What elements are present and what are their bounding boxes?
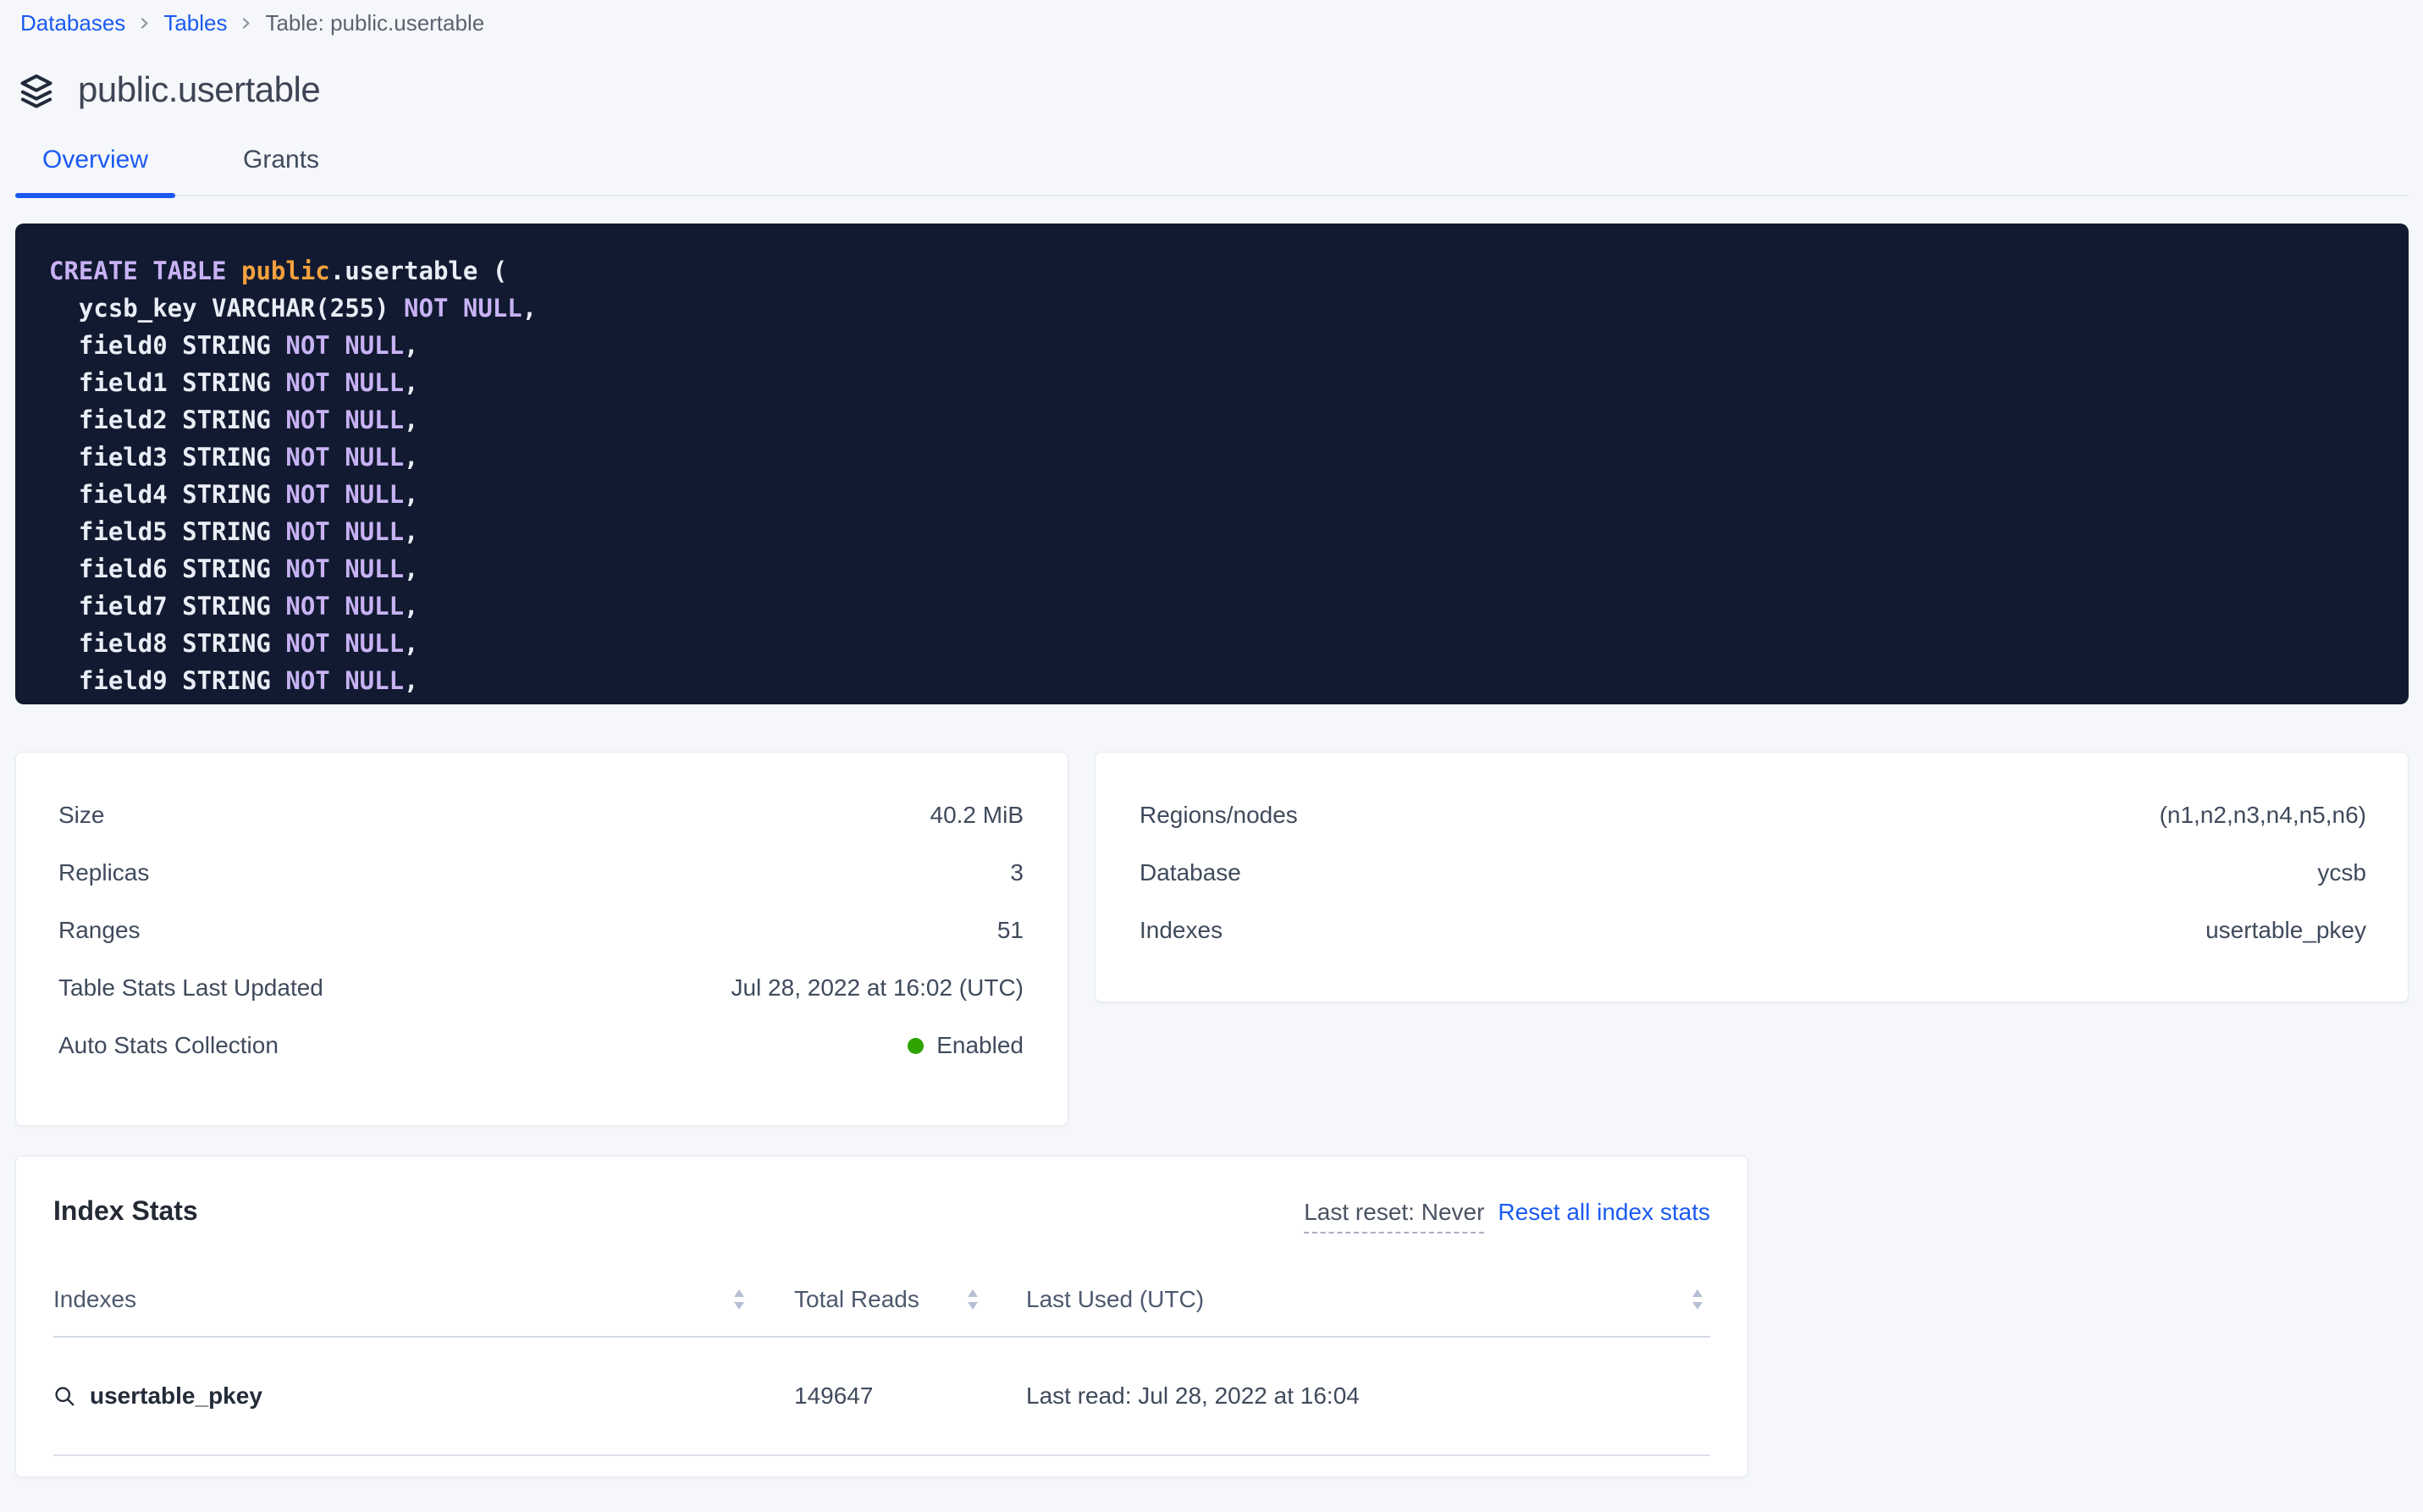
status-dot-enabled — [908, 1038, 924, 1054]
detail-row: Auto Stats Collection Enabled — [16, 1017, 1068, 1074]
sql-line: field5 STRING NOT NULL, — [49, 513, 2375, 550]
tab-overview[interactable]: Overview — [15, 146, 175, 195]
index-stats-title: Index Stats — [53, 1195, 198, 1227]
details-cards: Size 40.2 MiB Replicas 3 Ranges 51 Table Stats… — [15, 752, 2409, 1126]
sort-icon[interactable] — [1692, 1288, 1703, 1311]
detail-value: usertable_pkey — [2205, 917, 2366, 944]
magnifier-icon — [53, 1385, 76, 1408]
detail-row: Ranges 51 — [16, 902, 1068, 959]
breadcrumb-chevron-icon — [240, 17, 252, 30]
detail-value: Jul 28, 2022 at 16:02 (UTC) — [731, 974, 1024, 1002]
detail-label: Replicas — [58, 859, 149, 886]
detail-row: Database ycsb — [1096, 844, 2408, 902]
detail-row: Regions/nodes (n1,n2,n3,n4,n5,n6) — [1096, 786, 2408, 844]
breadcrumb: Databases Tables Table: public.usertable — [15, 7, 2409, 39]
detail-value: Enabled — [908, 1032, 1024, 1059]
last-used-value: Last read: Jul 28, 2022 at 16:04 — [1026, 1338, 1710, 1454]
detail-row: Replicas 3 — [16, 844, 1068, 902]
breadcrumb-chevron-icon — [138, 17, 151, 30]
sql-line: CREATE TABLE public.usertable ( — [49, 252, 2375, 290]
sql-line: ycsb_key VARCHAR(255) NOT NULL, — [49, 290, 2375, 327]
column-header-indexes: Indexes — [53, 1286, 136, 1313]
sql-line: field3 STRING NOT NULL, — [49, 439, 2375, 476]
table-stack-icon — [17, 70, 56, 109]
detail-label: Size — [58, 802, 104, 829]
page-header: public.usertable — [15, 66, 2409, 113]
index-name-link[interactable]: usertable_pkey — [90, 1382, 262, 1410]
column-header-total-reads: Total Reads — [794, 1286, 919, 1313]
index-stats-row: usertable_pkey 149647Last read: Jul 28, 2… — [53, 1338, 1710, 1456]
sql-line: field2 STRING NOT NULL, — [49, 401, 2375, 439]
detail-label: Indexes — [1140, 917, 1223, 944]
page-title: public.usertable — [78, 69, 320, 110]
breadcrumb-link-databases[interactable]: Databases — [20, 10, 125, 36]
tab-grants[interactable]: Grants — [216, 146, 346, 195]
table-meta-card: Regions/nodes (n1,n2,n3,n4,n5,n6) Database… — [1095, 752, 2409, 1002]
sql-line: field8 STRING NOT NULL, — [49, 625, 2375, 662]
column-header-last-used: Last Used (UTC) — [1026, 1286, 1204, 1313]
detail-value: 40.2 MiB — [930, 802, 1024, 829]
sql-line: field6 STRING NOT NULL, — [49, 550, 2375, 588]
table-details-card: Size 40.2 MiB Replicas 3 Ranges 51 Table Stats… — [15, 752, 1068, 1126]
index-stats-table-header: Indexes Total Reads Last — [53, 1263, 1710, 1338]
detail-value: ycsb — [2317, 859, 2366, 886]
breadcrumb-current: Table: public.usertable — [265, 10, 484, 36]
detail-label: Regions/nodes — [1140, 802, 1298, 829]
detail-label: Database — [1140, 859, 1241, 886]
tab-bar: Overview Grants — [15, 146, 2409, 196]
last-reset-label[interactable]: Last reset: Never — [1304, 1199, 1484, 1233]
sort-icon[interactable] — [733, 1288, 745, 1311]
detail-row: Size 40.2 MiB — [16, 786, 1068, 844]
detail-label: Table Stats Last Updated — [58, 974, 323, 1002]
detail-row: Table Stats Last Updated Jul 28, 2022 at … — [16, 959, 1068, 1017]
detail-value: 3 — [1010, 859, 1024, 886]
sql-line: field7 STRING NOT NULL, — [49, 588, 2375, 625]
index-stats-card: Index Stats Last reset: Never Reset all … — [15, 1156, 1748, 1477]
sql-line: field0 STRING NOT NULL, — [49, 327, 2375, 364]
detail-label: Auto Stats Collection — [58, 1032, 279, 1059]
detail-row: Indexes usertable_pkey — [1096, 902, 2408, 959]
sql-line: field4 STRING NOT NULL, — [49, 476, 2375, 513]
sort-icon[interactable] — [967, 1288, 979, 1311]
breadcrumb-link-tables[interactable]: Tables — [163, 10, 227, 36]
detail-value: (n1,n2,n3,n4,n5,n6) — [2160, 802, 2366, 829]
sql-line: field1 STRING NOT NULL, — [49, 364, 2375, 401]
create-table-sql: CREATE TABLE public.usertable ( ycsb_key… — [15, 223, 2409, 704]
sql-line: field9 STRING NOT NULL, — [49, 662, 2375, 699]
detail-value: 51 — [997, 917, 1024, 944]
reset-all-index-stats-link[interactable]: Reset all index stats — [1498, 1199, 1710, 1226]
total-reads-value: 149647 — [794, 1338, 1026, 1454]
page: Databases Tables Table: public.usertable p… — [0, 0, 2423, 1477]
index-stats-table-body: usertable_pkey 149647Last read: Jul 28, 2… — [53, 1338, 1710, 1456]
detail-label: Ranges — [58, 917, 141, 944]
